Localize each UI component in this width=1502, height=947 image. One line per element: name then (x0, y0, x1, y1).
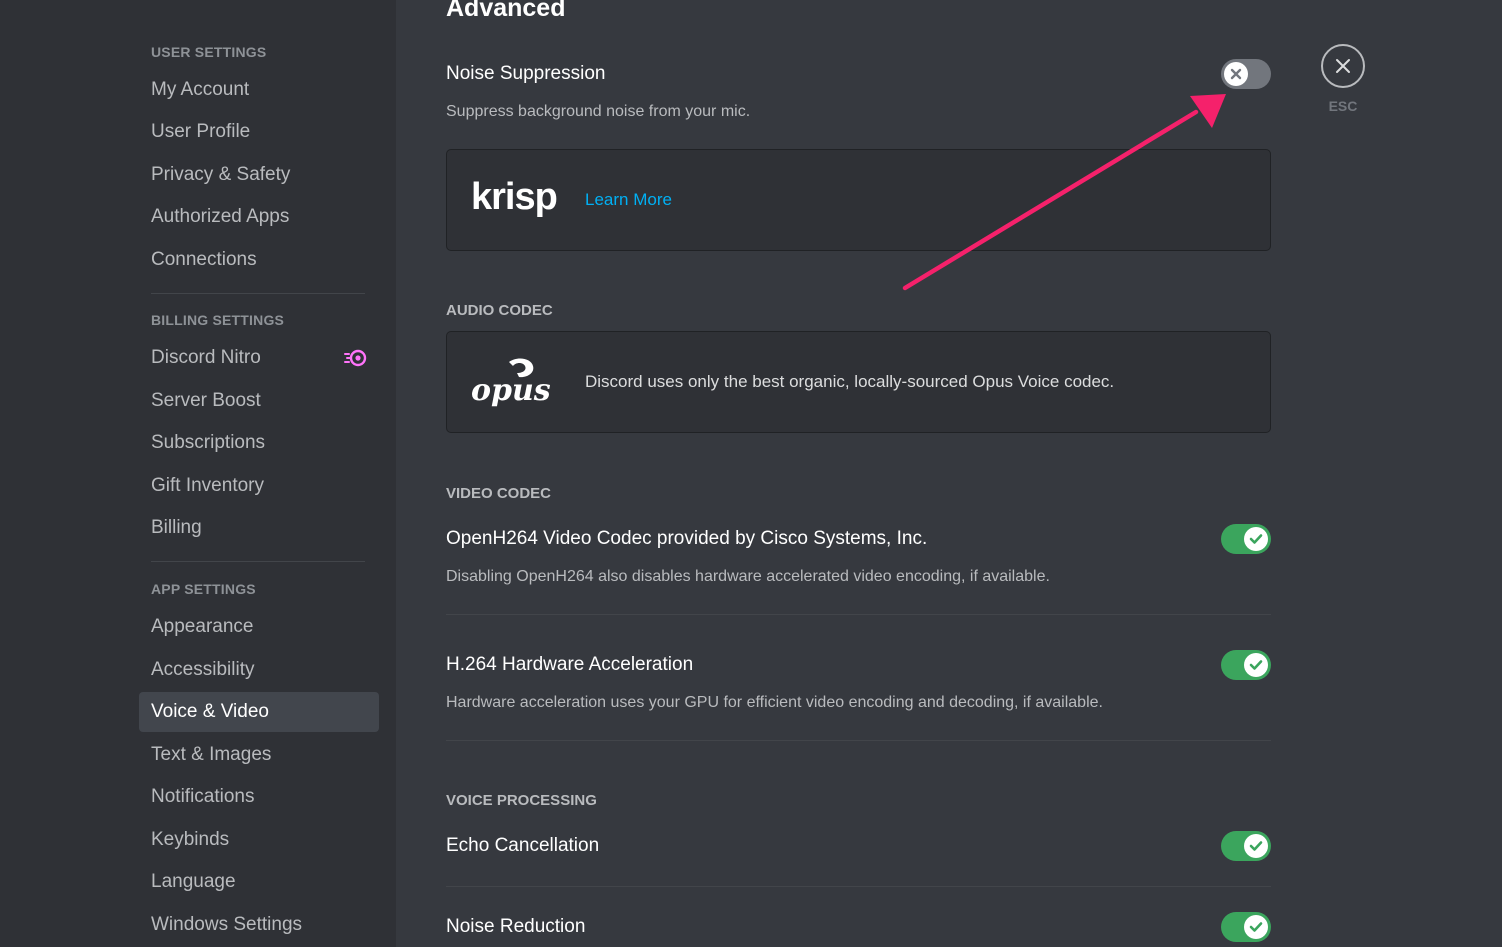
opus-card: opus Discord uses only the best organic,… (446, 331, 1271, 433)
sidebar-item-billing[interactable]: Billing (139, 508, 379, 548)
sidebar-item-accessibility[interactable]: Accessibility (139, 650, 379, 690)
echo-cancellation-toggle[interactable] (1221, 831, 1271, 861)
user-settings-header: USER SETTINGS (151, 44, 267, 60)
sidebar-item-discord-nitro[interactable]: Discord Nitro (139, 338, 379, 378)
app-settings-header: APP SETTINGS (151, 581, 256, 597)
opus-description: Discord uses only the best organic, loca… (585, 372, 1115, 391)
sidebar-item-notifications[interactable]: Notifications (139, 777, 379, 817)
settings-sidebar: USER SETTINGS My Account User Profile Pr… (0, 0, 396, 947)
sidebar-divider (151, 561, 365, 562)
divider (446, 740, 1271, 741)
toggle-knob (1224, 62, 1248, 86)
voice-processing-header: VOICE PROCESSING (446, 792, 597, 809)
noise-suppression-description: Suppress background noise from your mic. (446, 103, 751, 120)
divider (446, 614, 1271, 615)
noise-suppression-toggle[interactable] (1221, 59, 1271, 89)
close-icon (1336, 59, 1350, 73)
opus-logo: opus (471, 358, 551, 408)
x-icon (1230, 68, 1242, 80)
learn-more-link[interactable]: Learn More (585, 190, 672, 210)
h264-hw-description: Hardware acceleration uses your GPU for … (446, 694, 1103, 711)
sidebar-item-user-profile[interactable]: User Profile (139, 112, 379, 152)
audio-codec-header: AUDIO CODEC (446, 302, 553, 319)
toggle-knob (1244, 915, 1268, 939)
close-button[interactable] (1321, 44, 1365, 88)
sidebar-item-subscriptions[interactable]: Subscriptions (139, 423, 379, 463)
sidebar-item-windows-settings[interactable]: Windows Settings (139, 905, 379, 945)
check-icon (1249, 660, 1263, 670)
video-codec-header: VIDEO CODEC (446, 485, 552, 502)
sidebar-item-connections[interactable]: Connections (139, 240, 379, 280)
esc-label: ESC (1328, 98, 1358, 114)
noise-reduction-toggle[interactable] (1221, 912, 1271, 942)
noise-reduction-title: Noise Reduction (446, 916, 586, 937)
sidebar-item-label: Discord Nitro (151, 347, 261, 368)
openh264-title: OpenH264 Video Codec provided by Cisco S… (446, 528, 928, 549)
h264-hw-title: H.264 Hardware Acceleration (446, 654, 694, 675)
check-icon (1249, 534, 1263, 544)
toggle-knob (1244, 834, 1268, 858)
openh264-description: Disabling OpenH264 also disables hardwar… (446, 568, 1050, 585)
noise-suppression-title: Noise Suppression (446, 63, 606, 84)
toggle-knob (1244, 527, 1268, 551)
sidebar-item-server-boost[interactable]: Server Boost (139, 381, 379, 421)
settings-content: Advanced Noise Suppression Suppress back… (396, 0, 1502, 947)
sidebar-item-text-images[interactable]: Text & Images (139, 735, 379, 775)
sidebar-item-privacy-safety[interactable]: Privacy & Safety (139, 155, 379, 195)
sidebar-item-keybinds[interactable]: Keybinds (139, 820, 379, 860)
sidebar-item-voice-video[interactable]: Voice & Video (139, 692, 379, 732)
sidebar-divider (151, 293, 365, 294)
sidebar-item-gift-inventory[interactable]: Gift Inventory (139, 466, 379, 506)
toggle-knob (1244, 653, 1268, 677)
nitro-icon (344, 349, 367, 367)
check-icon (1249, 922, 1263, 932)
h264-hw-toggle[interactable] (1221, 650, 1271, 680)
echo-cancellation-title: Echo Cancellation (446, 835, 600, 856)
openh264-toggle[interactable] (1221, 524, 1271, 554)
page-title: Advanced (446, 0, 566, 22)
divider (446, 886, 1271, 887)
check-icon (1249, 841, 1263, 851)
sidebar-item-appearance[interactable]: Appearance (139, 607, 379, 647)
sidebar-item-language[interactable]: Language (139, 862, 379, 902)
sidebar-item-authorized-apps[interactable]: Authorized Apps (139, 197, 379, 237)
sidebar-item-my-account[interactable]: My Account (139, 70, 379, 110)
krisp-card: krisp Learn More (446, 149, 1271, 251)
krisp-logo: krisp (471, 176, 558, 218)
svg-text:opus: opus (471, 373, 551, 408)
billing-settings-header: BILLING SETTINGS (151, 312, 285, 328)
